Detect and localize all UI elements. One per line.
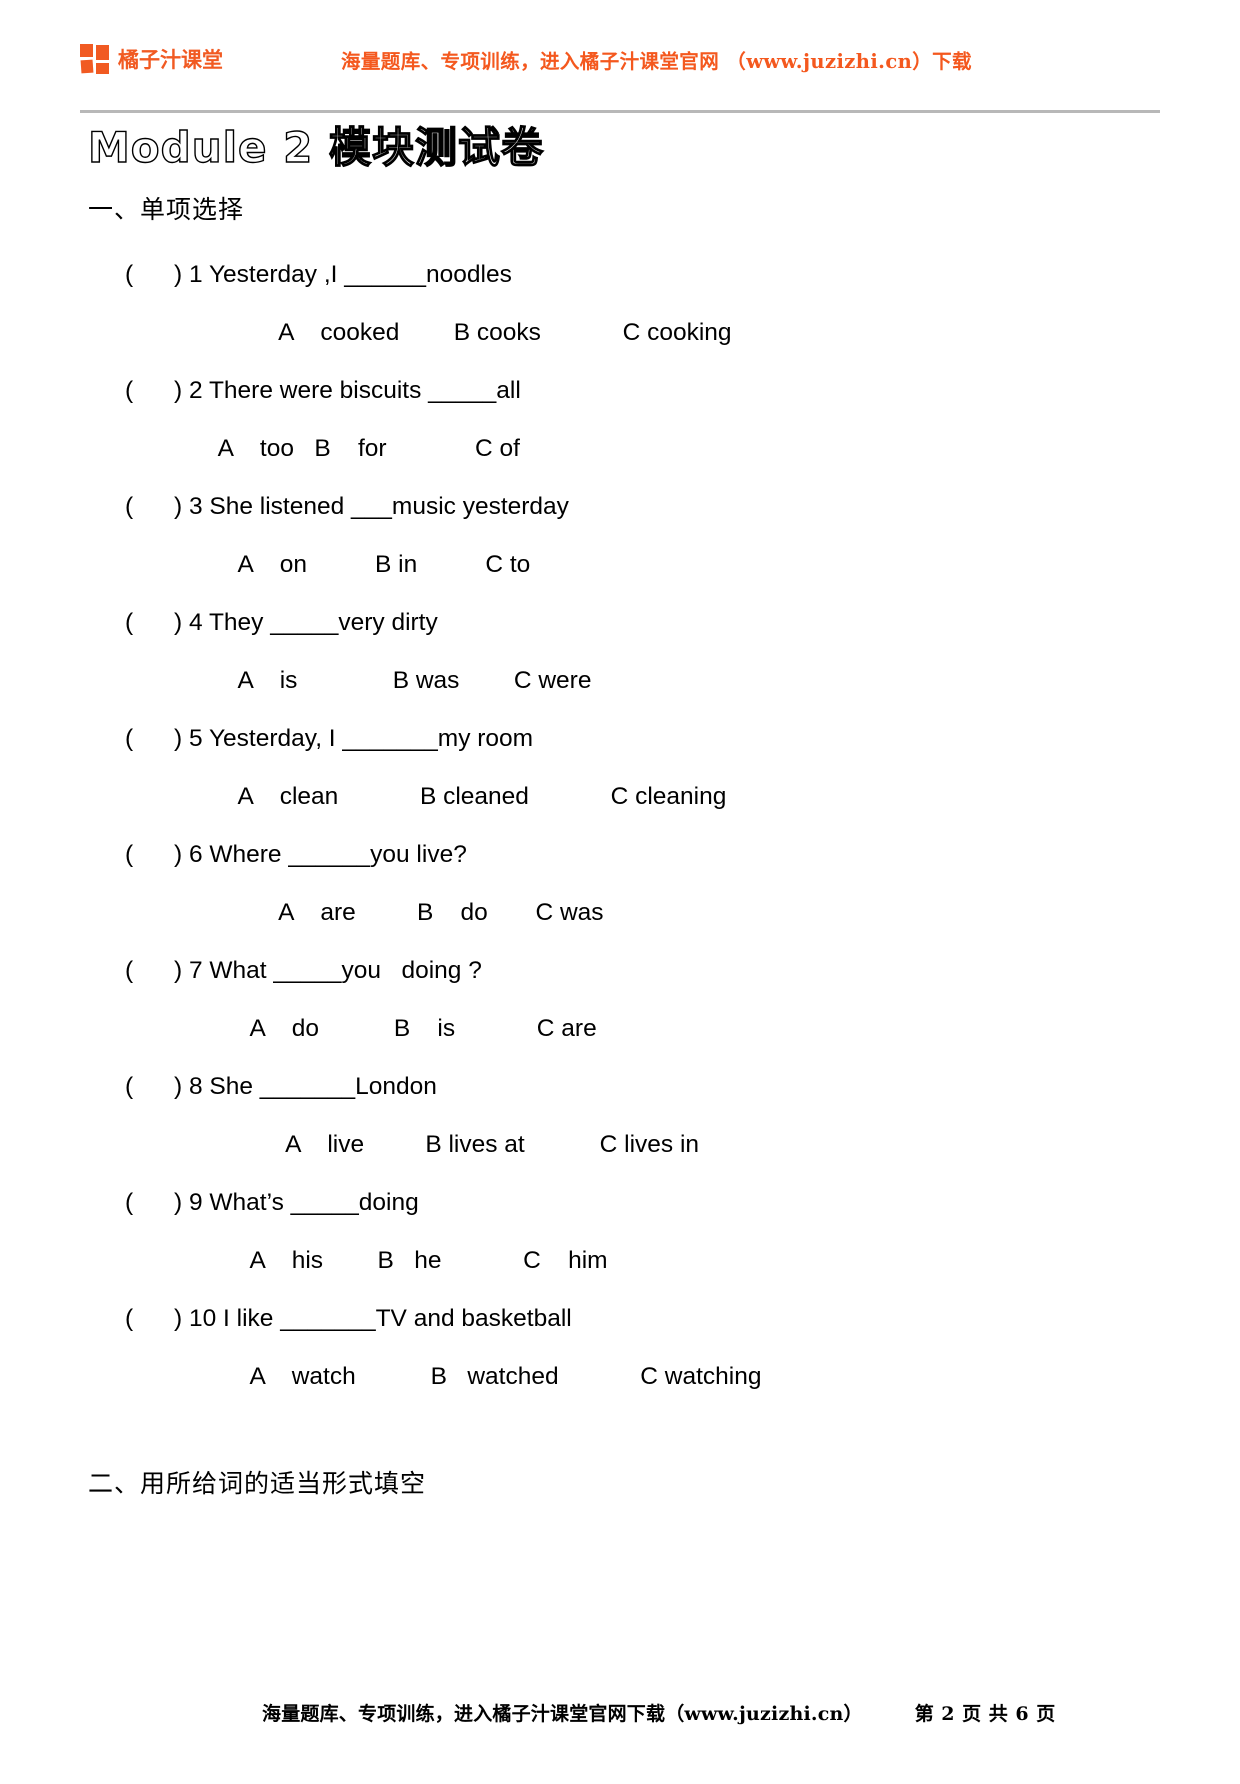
question-item: ( ) 2 There were biscuits _____all A too… (0, 362, 1240, 478)
worksheet-page: 橘子汁课堂 海量题库、专项训练，进入橘子汁课堂官网 （www.juzizhi.c… (0, 30, 1240, 1784)
question-item: ( ) 8 She _______London A live B lives a… (0, 1058, 1240, 1174)
question-item: ( ) 6 Where ______you live? A are B do C… (0, 826, 1240, 942)
footer-page-number: 第 2 页 共 6 页 (914, 1703, 1056, 1725)
page-header: 橘子汁课堂 海量题库、专项训练，进入橘子汁课堂官网 （www.juzizhi.c… (80, 30, 1160, 88)
question-prompt: ( ) 2 There were biscuits _____all (125, 377, 521, 405)
page-title: Module 2 模块测试卷 (87, 122, 544, 172)
question-item: ( ) 4 They _____very dirty A is B was C … (0, 594, 1240, 710)
question-prompt: ( ) 4 They _____very dirty (125, 609, 438, 637)
question-prompt: ( ) 10 I like _______TV and basketball (125, 1305, 572, 1333)
section-heading-1: 一、单项选择 (88, 195, 245, 225)
footer-promo-text: 海量题库、专项训练，进入橘子汁课堂官网下载（www.juzizhi.cn） (262, 1703, 863, 1725)
question-options: A too B for C of (185, 435, 520, 463)
header-divider (80, 110, 1160, 113)
question-item: ( ) 10 I like _______TV and basketball A… (0, 1290, 1240, 1406)
question-list: ( ) 1 Yesterday ,I ______noodles A cooke… (0, 246, 1240, 1406)
brand: 橘子汁课堂 (80, 44, 223, 74)
question-prompt: ( ) 8 She _______London (125, 1073, 437, 1101)
question-options: A is B was C were (198, 667, 592, 695)
question-options: A clean B cleaned C cleaning (198, 783, 727, 811)
question-options: A on B in C to (198, 551, 531, 579)
question-item: ( ) 3 She listened ___music yesterday A … (0, 478, 1240, 594)
question-options: A cooked B cooks C cooking (225, 319, 732, 347)
question-options: A his B he C him (210, 1247, 608, 1275)
page-footer: 海量题库、专项训练，进入橘子汁课堂官网下载（www.juzizhi.cn） 第 … (0, 1699, 1240, 1726)
question-options: A watch B watched C watching (210, 1363, 762, 1391)
section-heading-2: 二、用所给词的适当形式填空 (88, 1469, 427, 1499)
question-prompt: ( ) 5 Yesterday, I _______my room (125, 725, 534, 753)
header-promo-text: 海量题库、专项训练，进入橘子汁课堂官网 （www.juzizhi.cn）下载 (341, 49, 972, 73)
orange-squares-logo-icon (80, 44, 110, 74)
question-item: ( ) 7 What _____you doing ? A do B is C … (0, 942, 1240, 1058)
question-options: A are B do C was (225, 899, 604, 927)
brand-name: 橘子汁课堂 (118, 48, 223, 72)
question-options: A live B lives at C lives in (232, 1131, 700, 1159)
question-prompt: ( ) 7 What _____you doing ? (125, 957, 482, 985)
question-item: ( ) 9 What’s _____doing A his B he C him (0, 1174, 1240, 1290)
question-prompt: ( ) 1 Yesterday ,I ______noodles (125, 261, 512, 289)
question-prompt: ( ) 6 Where ______you live? (125, 841, 467, 869)
question-prompt: ( ) 9 What’s _____doing (125, 1189, 419, 1217)
question-prompt: ( ) 3 She listened ___music yesterday (125, 493, 569, 521)
question-item: ( ) 1 Yesterday ,I ______noodles A cooke… (0, 246, 1240, 362)
question-item: ( ) 5 Yesterday, I _______my room A clea… (0, 710, 1240, 826)
question-options: A do B is C are (210, 1015, 597, 1043)
